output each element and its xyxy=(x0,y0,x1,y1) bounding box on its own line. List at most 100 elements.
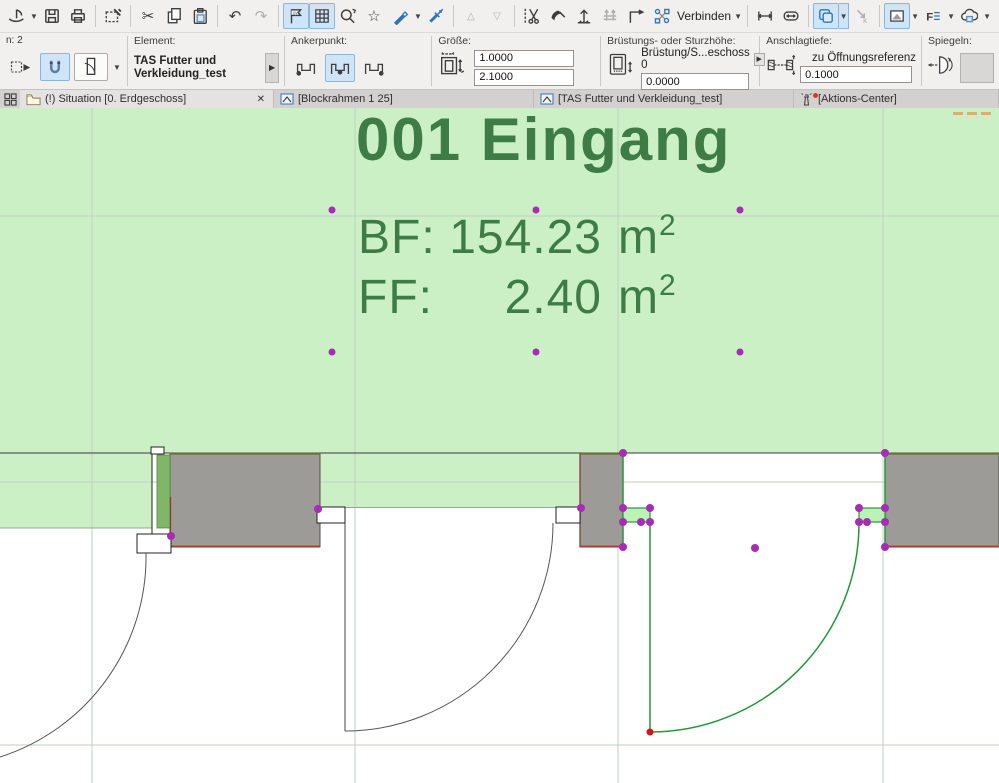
room-ff-label: FF: xyxy=(358,271,433,324)
adjust-icon[interactable] xyxy=(571,3,597,29)
size-height-input[interactable] xyxy=(474,68,575,86)
save-button[interactable] xyxy=(39,3,65,29)
mirror-button[interactable] xyxy=(960,52,994,83)
inject-syringe-icon[interactable] xyxy=(423,3,449,29)
size-label: Größe: xyxy=(438,35,472,47)
redo-icon[interactable]: ↷ xyxy=(248,3,274,29)
anchor-section: Ankerpunkt: xyxy=(285,33,431,89)
room-stamp[interactable]: 001 Eingang BF: 154.23 m2 FF: 2.40 m2 xyxy=(356,108,731,324)
door-tool-button[interactable] xyxy=(74,53,108,81)
anchor-right-button[interactable] xyxy=(359,54,389,82)
door2-swing xyxy=(344,522,554,732)
room-name-text: 001 Eingang xyxy=(356,108,731,173)
cut-icon[interactable]: ✂ xyxy=(135,3,161,29)
connect-nodes-icon[interactable] xyxy=(649,3,675,29)
info-box: n: 2 ▼ Element: TAS Futter und Verkleidu… xyxy=(0,33,999,90)
attribute-list-icon[interactable]: F xyxy=(920,3,946,29)
element-settings-button[interactable]: ▶ xyxy=(265,52,280,83)
door3-selected[interactable] xyxy=(622,507,886,736)
mirror-icon[interactable] xyxy=(927,52,956,83)
drawing-canvas[interactable]: 001 Eingang BF: 154.23 m2 FF: 2.40 m2 xyxy=(0,108,999,783)
size-width-input[interactable] xyxy=(474,49,575,67)
verbinden-label[interactable]: Verbinden xyxy=(675,9,733,23)
anchor-left-button[interactable] xyxy=(291,54,321,82)
reveal-label: Anschlagtiefe: xyxy=(766,35,833,47)
magnet-toggle[interactable] xyxy=(40,53,70,81)
element-section: Element: TAS Futter und Verkleidung_test… xyxy=(128,33,284,89)
attribute-list-caret[interactable]: ▼ xyxy=(946,12,956,21)
zoom-select-icon[interactable] xyxy=(335,3,361,29)
split-axe-icon[interactable] xyxy=(545,3,571,29)
tab-bar: (!) Situation [0. Erdgeschoss] ✕ [Blockr… xyxy=(0,90,999,108)
grid-toggle[interactable] xyxy=(309,3,335,29)
tab-situation[interactable]: (!) Situation [0. Erdgeschoss] ✕ xyxy=(20,90,274,108)
pickup-pen-icon[interactable] xyxy=(387,3,413,29)
cloud-icon[interactable] xyxy=(956,3,982,29)
door2-jamb-right[interactable] xyxy=(555,506,581,524)
tab-blockrahmen[interactable]: [Blockrahmen 1 25] xyxy=(274,90,534,108)
print-button[interactable] xyxy=(65,3,91,29)
triangle-down-icon[interactable]: ▽ xyxy=(484,3,510,29)
reveal-reference-value: zu Öffnungsreferenz xyxy=(812,52,916,64)
marquee-tool-icon[interactable] xyxy=(100,3,126,29)
tab-tas-futter[interactable]: [TAS Futter und Verkleidung_test] xyxy=(534,90,794,108)
tab-label[interactable]: [TAS Futter und Verkleidung_test] xyxy=(558,93,722,105)
reveal-depth-input[interactable] xyxy=(800,66,913,83)
sill-height-input[interactable] xyxy=(641,73,750,90)
tab-label[interactable]: [Blockrahmen 1 25] xyxy=(298,93,393,105)
duplicate-layers-icon[interactable] xyxy=(813,3,840,29)
svg-text:xy: xy xyxy=(293,11,299,17)
main-tool-icon[interactable] xyxy=(3,3,29,29)
toolbar-separator xyxy=(130,5,131,27)
duplicate-layers-caret[interactable]: ▼ xyxy=(839,3,850,29)
room-ff-value: 2.40 xyxy=(505,271,602,324)
image-view-caret[interactable]: ▼ xyxy=(910,12,920,21)
toolbar-separator xyxy=(217,5,218,27)
door1-jamb[interactable] xyxy=(136,533,172,554)
door3-endpoint-dot xyxy=(646,728,654,736)
marquee-select-button[interactable] xyxy=(6,53,36,81)
sill-label: Brüstungs- oder Sturzhöhe: xyxy=(607,35,736,47)
wall-right[interactable] xyxy=(884,452,999,548)
undo-icon[interactable]: ↶ xyxy=(222,3,248,29)
anchor-label: Ankerpunkt: xyxy=(291,35,348,47)
cloud-caret[interactable]: ▼ xyxy=(982,12,992,21)
favorites-star-icon[interactable]: ☆ xyxy=(361,3,387,29)
paste-icon[interactable] xyxy=(187,3,213,29)
tab-overview-icon[interactable] xyxy=(0,90,20,108)
door2[interactable] xyxy=(344,522,554,732)
door-tool-caret[interactable]: ▼ xyxy=(112,63,122,72)
snap-guide-marks xyxy=(953,112,991,115)
pick-element-icon[interactable]: k xyxy=(849,3,875,29)
mirror-label: Spiegeln: xyxy=(928,35,972,47)
element-label: Element: xyxy=(134,35,176,47)
adjust-alt-icon[interactable] xyxy=(597,3,623,29)
main-tool-caret[interactable]: ▼ xyxy=(29,12,39,21)
door1-swing[interactable] xyxy=(0,552,147,758)
mirror-section: Spiegeln: xyxy=(922,33,999,89)
tab-label[interactable]: (!) Situation [0. Erdgeschoss] xyxy=(45,93,186,105)
dimension-icon[interactable] xyxy=(752,3,778,29)
tab-label[interactable]: [Aktions-Center] xyxy=(818,93,897,105)
toolbar-separator xyxy=(879,5,881,27)
sill-height-icon xyxy=(607,51,637,86)
sill-reference-value[interactable]: Brüstung/S...eschoss 0 xyxy=(641,47,750,71)
infobox-left-cluster: n: 2 ▼ xyxy=(0,33,127,89)
dimension-alt-icon[interactable] xyxy=(778,3,804,29)
tab-close-icon[interactable]: ✕ xyxy=(255,94,267,105)
notification-dot xyxy=(813,92,818,98)
toolbar-separator xyxy=(514,5,515,27)
tab-aktions-center[interactable]: [Aktions-Center] xyxy=(794,90,999,108)
door-lining-strip[interactable] xyxy=(156,454,171,529)
element-name-line1: TAS Futter und xyxy=(134,54,217,67)
copy-icon[interactable] xyxy=(161,3,187,29)
door3-jamb-left xyxy=(622,507,651,523)
triangle-up-icon[interactable]: △ xyxy=(458,3,484,29)
verbinden-caret[interactable]: ▼ xyxy=(733,12,743,21)
l-arrow-icon[interactable] xyxy=(623,3,649,29)
image-view-icon[interactable] xyxy=(884,3,911,29)
pickup-pen-caret[interactable]: ▼ xyxy=(413,12,423,21)
trim-icon[interactable] xyxy=(519,3,545,29)
anchor-center-button[interactable] xyxy=(325,53,356,82)
coordinates-flag-toggle[interactable]: xy xyxy=(283,3,309,29)
